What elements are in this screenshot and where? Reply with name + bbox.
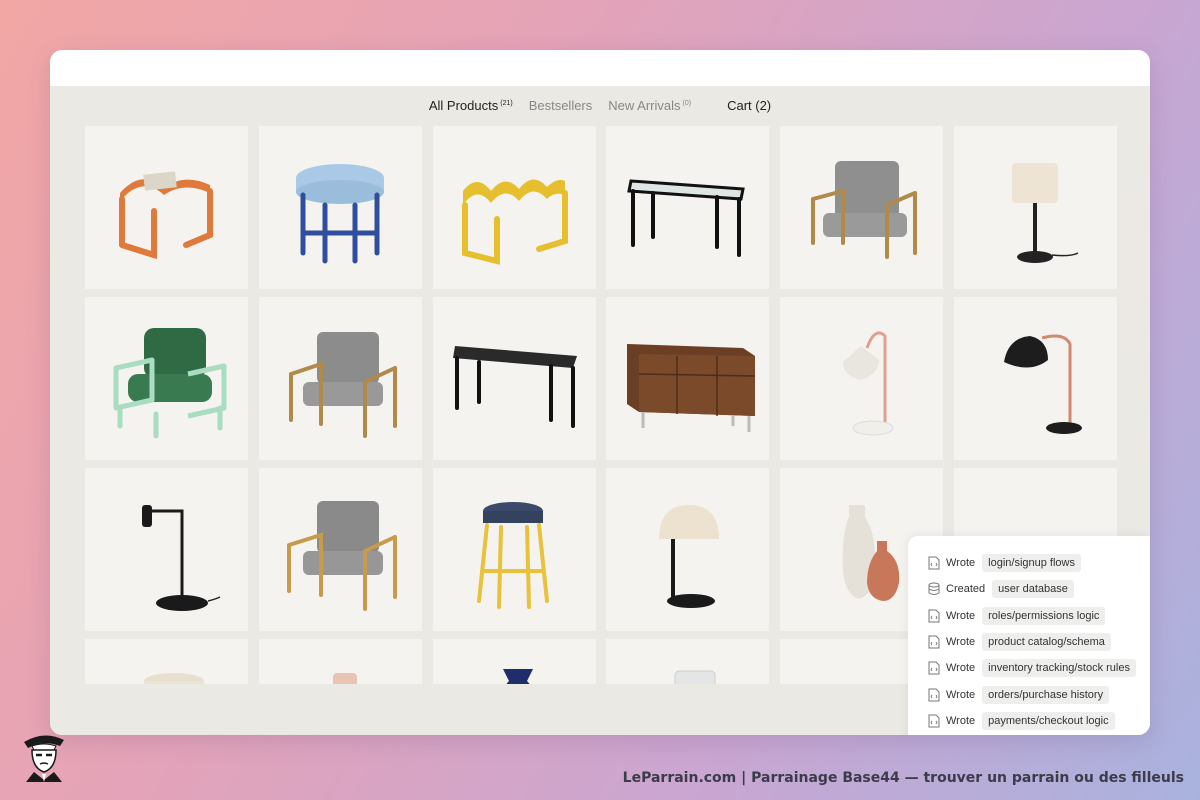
- product-card-cream-bowl[interactable]: [85, 639, 248, 684]
- storefront-preview: All Products (21) Bestsellers New Arrival…: [50, 86, 1150, 735]
- product-card-gray-chair-gold[interactable]: [258, 468, 422, 631]
- log-verb: Wrote: [946, 609, 976, 622]
- log-row: Wrote orders/purchase history: [928, 681, 1150, 707]
- log-target: login/signup flows: [982, 554, 1081, 573]
- mushroom-lamp-image: [658, 504, 719, 608]
- product-card-gray-armchair-brass[interactable]: [780, 126, 944, 289]
- peach-cup-image: [333, 673, 358, 684]
- log-verb: Wrote: [946, 636, 976, 649]
- log-target: product catalog/schema: [982, 633, 1111, 652]
- file-code-icon: [928, 714, 940, 728]
- cream-bowl-image: [143, 673, 204, 684]
- product-card-green-armchair[interactable]: [85, 297, 248, 460]
- file-code-icon: [928, 556, 940, 570]
- file-code-icon: [928, 609, 940, 623]
- log-row: Wrote payments/checkout logic: [928, 708, 1150, 734]
- footer-caption: LeParrain.com | Parrainage Base44 — trou…: [622, 770, 1184, 786]
- nav-new-arrivals[interactable]: New Arrivals (0): [608, 98, 691, 113]
- nav-cart[interactable]: Cart (2): [727, 98, 771, 113]
- file-code-icon: [928, 661, 940, 675]
- navy-vase-image: [503, 669, 534, 684]
- product-card-black-dome-lamp[interactable]: [953, 297, 1117, 460]
- mafia-godfather-logo: [24, 735, 64, 782]
- log-verb: Wrote: [946, 714, 976, 727]
- product-card-peach-cup[interactable]: [258, 639, 422, 684]
- black-desk-image: [453, 345, 578, 428]
- product-card-walnut-media-console[interactable]: [606, 297, 770, 460]
- log-target: payments/checkout logic: [982, 711, 1115, 730]
- log-row: Created user database: [928, 576, 1150, 602]
- activity-log-panel: Wrote login/signup flows Created user da…: [908, 536, 1150, 735]
- blue-stool-image: [296, 163, 385, 263]
- walnut-console-image: [626, 343, 755, 432]
- product-card-gray-lounge-chair[interactable]: [258, 297, 422, 460]
- green-armchair-image: [113, 327, 226, 438]
- product-card-navy-vase[interactable]: [432, 639, 596, 684]
- log-row: Wrote product catalog/schema: [928, 629, 1150, 655]
- product-card-blue-cushion-stool[interactable]: [258, 126, 422, 289]
- product-card-yellow-wave-bench[interactable]: [432, 126, 596, 289]
- store-nav: All Products (21) Bestsellers New Arrival…: [50, 98, 1150, 113]
- log-verb: Created: [946, 583, 986, 596]
- log-row: Wrote inventory tracking/stock rules: [928, 655, 1150, 681]
- nav-bestsellers[interactable]: Bestsellers: [529, 98, 593, 113]
- gray-gold-chair-image: [287, 500, 398, 611]
- product-card-glass-top-console[interactable]: [606, 126, 770, 289]
- product-card-glass-jar[interactable]: [606, 639, 770, 684]
- app-window: All Products (21) Bestsellers New Arrival…: [50, 50, 1150, 735]
- file-code-icon: [928, 688, 940, 702]
- product-card-cream-mushroom-lamp[interactable]: [606, 468, 770, 631]
- log-target: inventory tracking/stock rules: [982, 659, 1136, 678]
- yellow-bench-image: [462, 178, 569, 265]
- glass-jar-image: [674, 670, 716, 684]
- product-card-cream-shade-lamp[interactable]: [953, 126, 1117, 289]
- log-row: Wrote login/signup flows: [928, 550, 1150, 576]
- log-target: user database: [992, 580, 1074, 599]
- nav-all-products[interactable]: All Products (21): [429, 98, 513, 113]
- nav-new-arrivals-count: (0): [682, 99, 692, 107]
- log-row: Wrote roles/permissions logic: [928, 603, 1150, 629]
- white-cone-lamp-image: [842, 331, 894, 435]
- nav-all-products-label: All Products: [428, 98, 499, 113]
- orange-side-table-image: [118, 170, 213, 259]
- glass-console-image: [627, 178, 745, 257]
- black-dome-lamp-image: [1004, 334, 1083, 434]
- product-card-black-task-lamp[interactable]: [85, 468, 248, 631]
- cream-lamp-image: [1012, 162, 1079, 263]
- log-target: roles/permissions logic: [982, 606, 1106, 625]
- nav-new-arrivals-label: New Arrivals: [608, 98, 681, 113]
- nav-all-products-count: (21): [500, 99, 513, 107]
- product-card-black-writing-desk[interactable]: [432, 297, 596, 460]
- product-card-white-cone-lamp[interactable]: [780, 297, 944, 460]
- gray-armchair-image: [810, 160, 917, 259]
- database-icon: [928, 582, 940, 596]
- log-verb: Wrote: [946, 662, 976, 675]
- product-card-orange-wave-side-table[interactable]: [85, 126, 248, 289]
- log-target: orders/purchase history: [982, 685, 1110, 704]
- navy-stool-image: [477, 501, 550, 609]
- file-code-icon: [928, 635, 940, 649]
- product-card-navy-yellow-stool[interactable]: [432, 468, 596, 631]
- gray-lounge-image: [289, 331, 398, 438]
- black-task-lamp-image: [141, 504, 220, 611]
- log-verb: Wrote: [946, 557, 976, 570]
- log-verb: Wrote: [946, 688, 976, 701]
